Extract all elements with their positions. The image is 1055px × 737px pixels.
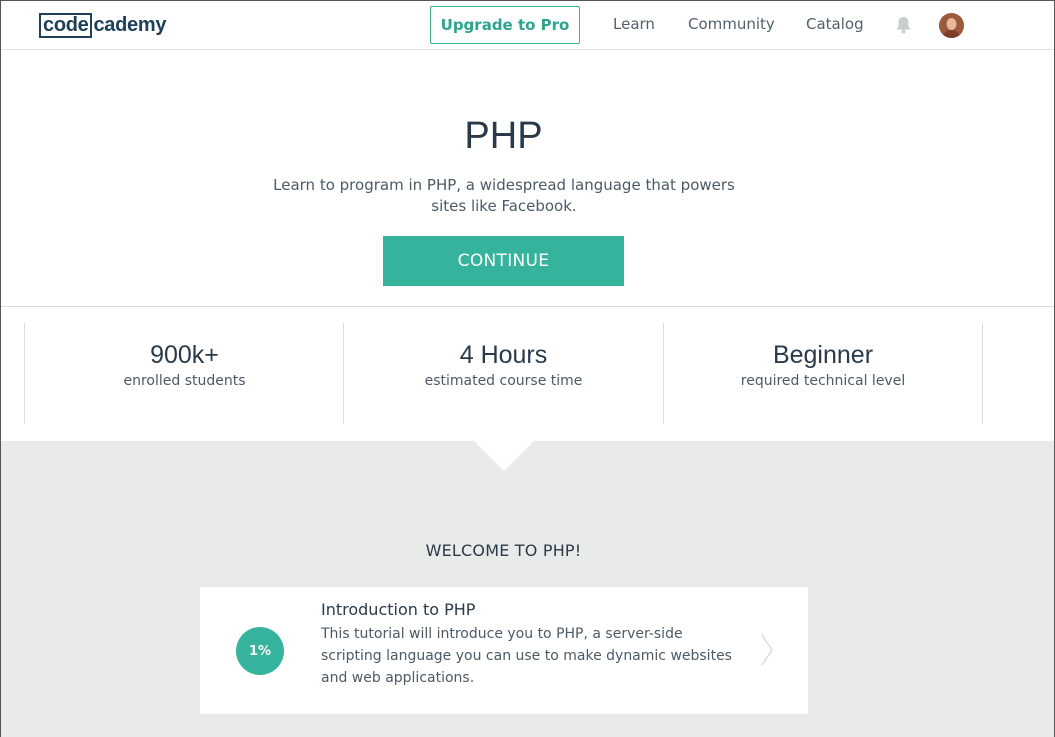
lesson-description: This tutorial will introduce you to PHP,… xyxy=(321,626,732,686)
stat-level: Beginner required technical level xyxy=(663,323,983,424)
bell-icon[interactable] xyxy=(895,16,912,34)
codecademy-logo[interactable]: code cademy xyxy=(39,12,166,38)
top-nav-bar: code cademy Upgrade to Pro Learn Communit… xyxy=(1,1,1054,50)
logo-text: cademy xyxy=(93,13,167,36)
upgrade-to-pro-button[interactable]: Upgrade to Pro xyxy=(430,6,580,44)
avatar[interactable] xyxy=(939,13,964,38)
stat-value: Beginner xyxy=(772,341,874,369)
user-photo-icon xyxy=(939,13,964,38)
logo-boxed-text: code xyxy=(39,12,93,38)
stat-label: enrolled students xyxy=(123,373,246,389)
page-title: PHP xyxy=(464,115,543,157)
progress-badge: 1% xyxy=(236,627,284,675)
stat-enrolled: 900k+ enrolled students xyxy=(24,323,344,424)
nav-link-community[interactable]: Community xyxy=(688,15,775,33)
nav-link-catalog[interactable]: Catalog xyxy=(806,15,864,33)
chevron-right-icon[interactable] xyxy=(759,633,775,667)
stat-label: estimated course time xyxy=(424,373,583,389)
section-divider xyxy=(1,306,1054,307)
section-notch xyxy=(474,441,534,471)
lesson-card[interactable]: 1% Introduction to PHP This tutorial wil… xyxy=(200,587,808,714)
lesson-title: Introduction to PHP xyxy=(321,600,476,619)
stat-value: 4 Hours xyxy=(459,341,548,369)
course-description: Learn to program in PHP, a widespread la… xyxy=(273,176,735,215)
stat-label: required technical level xyxy=(740,373,906,389)
continue-button[interactable]: CONTINUE xyxy=(383,236,624,286)
stat-course-time: 4 Hours estimated course time xyxy=(343,323,663,424)
stat-value: 900k+ xyxy=(150,341,219,369)
section-heading: WELCOME TO PHP! xyxy=(425,541,582,560)
nav-link-learn[interactable]: Learn xyxy=(613,15,655,33)
